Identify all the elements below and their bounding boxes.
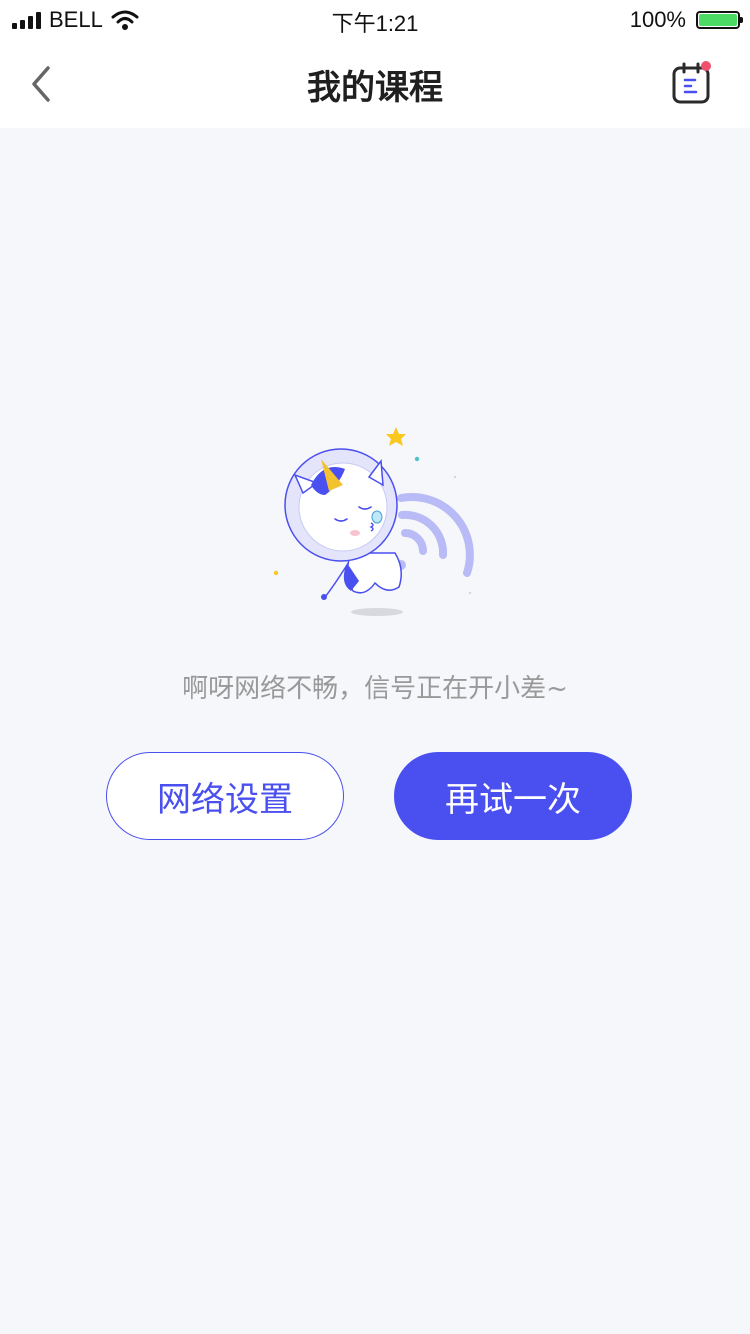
error-message: 啊呀网络不畅，信号正在开小差~ [182, 674, 568, 704]
network-settings-button[interactable]: 网络设置 [106, 752, 344, 840]
retry-button[interactable]: 再试一次 [394, 752, 632, 840]
battery-icon [696, 11, 743, 29]
notification-dot [701, 61, 711, 71]
page-title: 我的课程 [307, 68, 443, 108]
no-network-illustration [273, 427, 474, 616]
navigation-bar: 我的课程 [0, 40, 750, 128]
status-bar: BELL 下午1:21 100% [0, 0, 750, 40]
battery-percentage: 100% [629, 7, 686, 32]
clipboard-icon[interactable] [668, 56, 716, 112]
